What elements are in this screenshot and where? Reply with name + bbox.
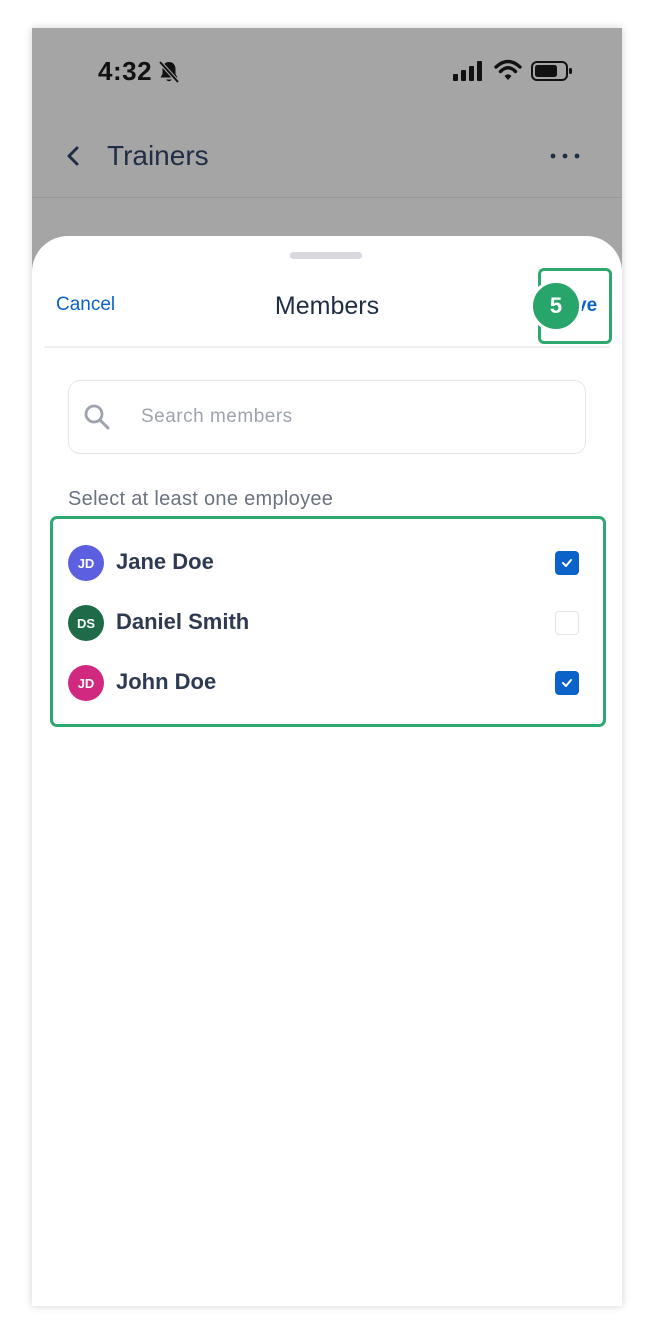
checkmark-icon (562, 559, 572, 567)
step-badge: 5 (530, 280, 582, 332)
search-box[interactable] (68, 380, 586, 454)
checkmark-icon (562, 679, 572, 687)
member-row-daniel-smith[interactable]: DS Daniel Smith (53, 593, 603, 653)
avatar: JD (68, 545, 104, 581)
status-time: 4:32 (98, 56, 153, 86)
sheet-title: Members (274, 292, 380, 320)
member-checkbox[interactable] (555, 551, 579, 575)
cancel-button[interactable]: Cancel (56, 294, 115, 316)
battery-icon (531, 61, 572, 81)
signal-icon (453, 61, 482, 81)
nav-bar: Trainers (32, 116, 622, 198)
phone-screen: 4:32 Trainers Cancel Members 5 Search me… (32, 28, 622, 1306)
member-name: John Doe (116, 669, 217, 694)
sheet-header: Cancel Members Save 5 (44, 268, 612, 348)
status-bar: 4:32 (32, 28, 622, 116)
avatar: DS (68, 605, 104, 641)
member-list: JD Jane Doe DS Daniel Smith JD John Doe (50, 516, 606, 727)
member-name: Jane Doe (116, 549, 214, 574)
member-checkbox[interactable] (555, 611, 579, 635)
member-row-john-doe[interactable]: JD John Doe (53, 653, 603, 713)
ellipsis-icon[interactable] (548, 150, 582, 162)
selection-hint: Select at least one employee (68, 488, 334, 510)
search-input[interactable] (141, 399, 561, 435)
member-checkbox[interactable] (555, 671, 579, 695)
wifi-icon (494, 59, 522, 80)
bell-slash-icon (158, 60, 180, 84)
chevron-left-icon[interactable] (62, 144, 86, 168)
page-title: Trainers (107, 140, 209, 171)
search-icon (84, 404, 110, 430)
member-row-jane-doe[interactable]: JD Jane Doe (53, 533, 603, 593)
avatar: JD (68, 665, 104, 701)
members-sheet: Cancel Members Save 5 Select at least on… (32, 236, 622, 1306)
sheet-grabber[interactable] (290, 252, 362, 259)
member-name: Daniel Smith (116, 609, 250, 634)
